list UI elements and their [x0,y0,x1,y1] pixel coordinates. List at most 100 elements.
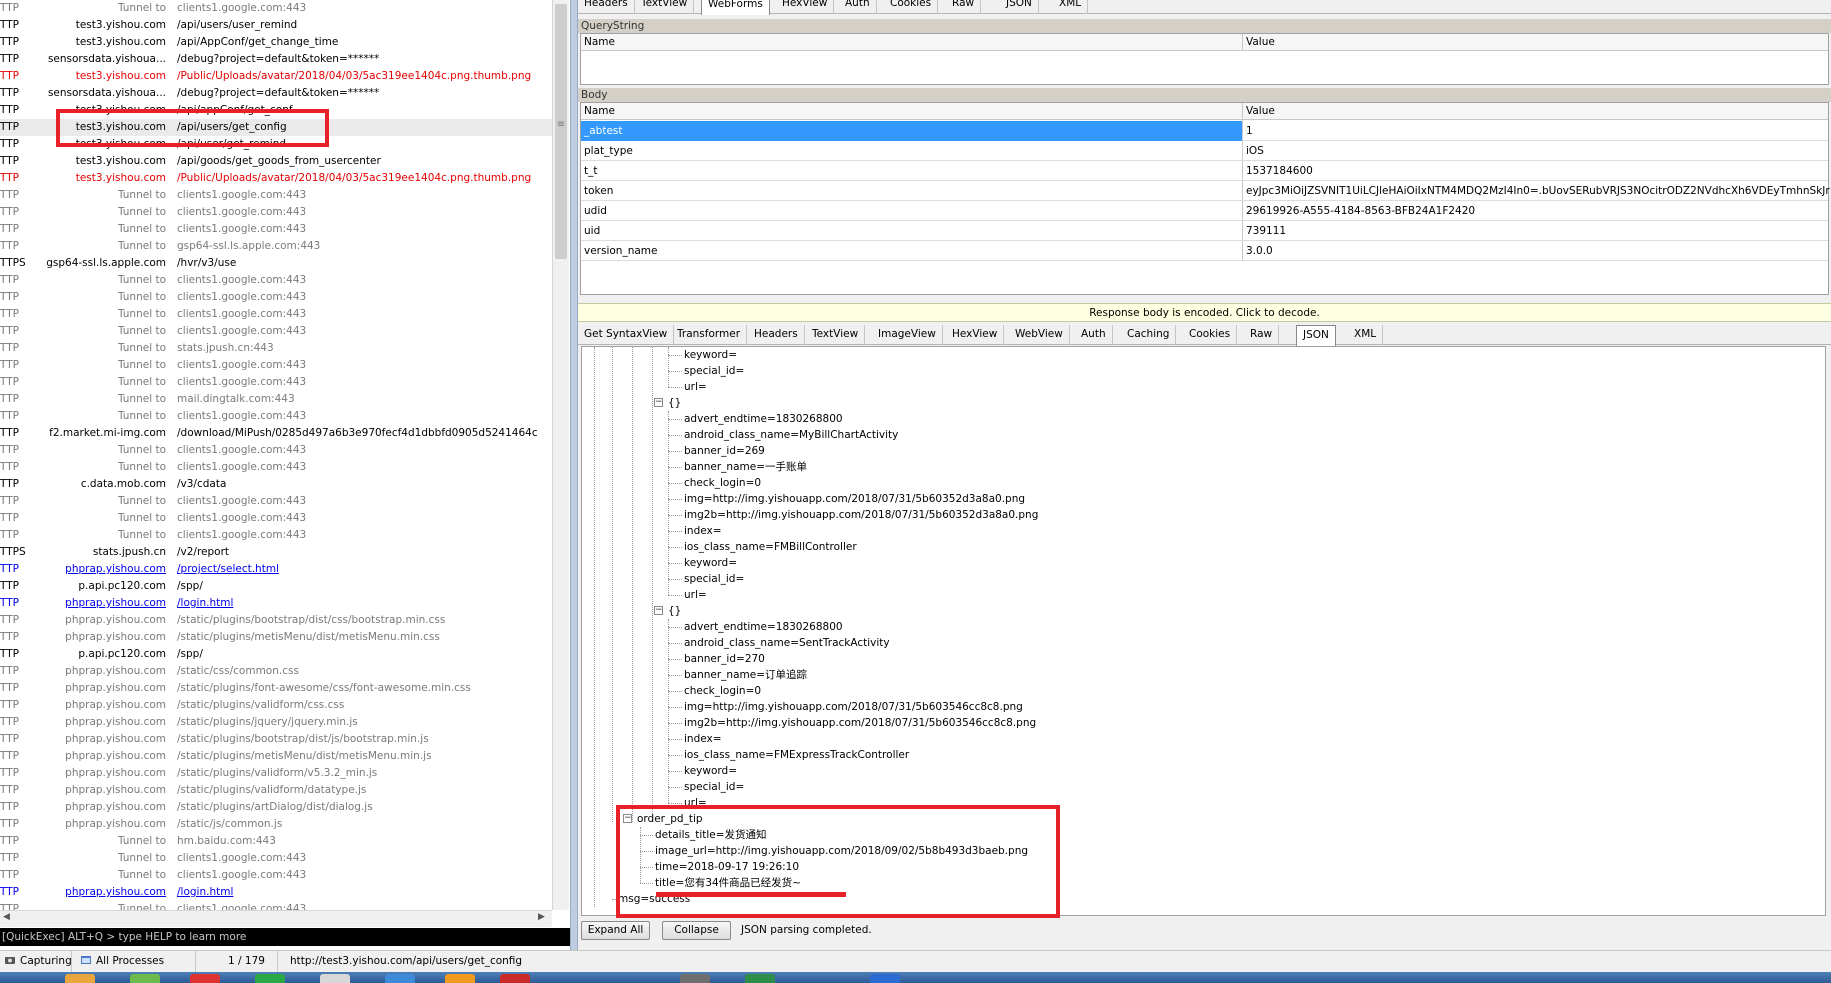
tree-leaf[interactable]: img2b=http://img.yishouapp.com/2018/07/3… [684,507,1038,523]
tree-leaf[interactable]: banner_name=一手账单 [684,459,807,475]
tab-response-textview[interactable]: TextView [806,325,866,345]
taskbar-app-icon[interactable] [870,974,900,983]
tab-request-hexview[interactable]: HexView [776,0,835,14]
session-row[interactable]: TTP Tunnel to clients1.google.com:443 [0,323,552,340]
session-row[interactable]: TTP Tunnel to clients1.google.com:443 [0,459,552,476]
tree-leaf[interactable]: banner_id=269 [684,443,765,459]
session-row[interactable]: TTP phprap.yishou.com/static/css/common.c… [0,663,552,680]
tree-leaf[interactable]: android_class_name=MyBillChartActivity [684,427,898,443]
session-row[interactable]: TTP phprap.yishou.com/static/plugins/jque… [0,714,552,731]
session-row[interactable]: TTP Tunnel to clients1.google.com:443 [0,850,552,867]
session-row[interactable]: TTPS stats.jpush.cn/v2/report [0,544,552,561]
session-row[interactable]: TTP phprap.yishou.com/login.html [0,595,552,612]
tab-response-json[interactable]: JSON [1296,325,1336,346]
body-col-name[interactable]: Name [581,103,615,120]
collapse-button[interactable]: Collapse [662,921,731,940]
session-row[interactable]: TTP Tunnel to clients1.google.com:443 [0,408,552,425]
session-row[interactable]: TTP Tunnel to gsp64-ssl.ls.apple.com:443 [0,238,552,255]
taskbar-app-icon[interactable] [130,974,160,983]
expand-all-button[interactable]: Expand All [581,921,650,940]
collapse-node-icon[interactable]: − [654,398,663,407]
tree-leaf[interactable]: img2b=http://img.yishouapp.com/2018/07/3… [684,715,1036,731]
tab-response-syntaxview[interactable]: Get SyntaxView [578,325,675,345]
body-row[interactable]: t_t 1537184600 [581,161,1828,181]
tree-leaf[interactable]: check_login=0 [684,683,761,699]
session-row[interactable]: TTP Tunnel to clients1.google.com:443 [0,510,552,527]
tree-leaf[interactable]: android_class_name=SentTrackActivity [684,635,890,651]
session-row[interactable]: TTP Tunnel to clients1.google.com:443 [0,221,552,238]
session-row[interactable]: TTP Tunnel to clients1.google.com:443 [0,204,552,221]
taskbar-app-icon[interactable] [385,974,415,983]
session-row[interactable]: TTP phprap.yishou.com/static/plugins/vali… [0,782,552,799]
process-filter[interactable]: All Processes [76,951,196,972]
session-row[interactable]: TTP f2.market.mi-img.com/download/MiPush/… [0,425,552,442]
tab-response-hexview[interactable]: HexView [946,325,1005,345]
tab-request-textview[interactable]: TextView [635,0,695,14]
body-row[interactable]: uid 739111 [581,221,1828,241]
body-row[interactable]: version_name 3.0.0 [581,241,1828,261]
taskbar-app-icon[interactable] [680,974,710,983]
taskbar-app-icon[interactable] [500,974,530,983]
capturing-toggle[interactable]: Capturing [0,951,72,972]
tab-response-webview[interactable]: WebView [1009,325,1070,345]
session-row[interactable]: TTP Tunnel to clients1.google.com:443 [0,187,552,204]
tree-leaf[interactable]: special_id= [684,779,744,795]
tree-leaf[interactable]: img=http://img.yishouapp.com/2018/07/31/… [684,699,1023,715]
body-row[interactable]: token eyJpc3MiOiJZSVNIT1UiLCJleHAiOiIxNTM… [581,181,1830,201]
tree-leaf[interactable]: keyword= [684,555,737,571]
querystring-grid[interactable]: Name Value [580,33,1829,85]
tree-leaf[interactable]: special_id= [684,571,744,587]
session-row[interactable]: TTP phprap.yishou.com/static/plugins/artD… [0,799,552,816]
session-row[interactable]: TTP phprap.yishou.com/static/plugins/boot… [0,612,552,629]
body-col-value[interactable]: Value [1243,103,1275,120]
tab-request-raw[interactable]: Raw [946,0,982,14]
tree-object-node[interactable]: {} [668,603,681,619]
session-row[interactable]: TTP Tunnel to clients1.google.com:443 [0,289,552,306]
session-row[interactable]: TTP test3.yishou.com/api/AppConf/get_chan… [0,34,552,51]
response-decode-banner[interactable]: Response body is encoded. Click to decod… [578,303,1831,322]
session-row[interactable]: TTP phprap.yishou.com/static/plugins/vali… [0,697,552,714]
session-row[interactable]: TTP test3.yishou.com/Public/Uploads/avata… [0,170,552,187]
tab-response-xml[interactable]: XML [1348,325,1384,345]
tree-leaf[interactable]: index= [684,523,722,539]
tree-object-node[interactable]: {} [668,395,681,411]
taskbar-app-icon[interactable] [445,974,475,983]
tree-leaf[interactable]: check_login=0 [684,475,761,491]
session-row[interactable]: TTP Tunnel to clients1.google.com:443 [0,357,552,374]
tab-response-imageview[interactable]: ImageView [872,325,943,345]
session-row[interactable]: TTP phprap.yishou.com/static/plugins/font… [0,680,552,697]
session-row[interactable]: TTP sensorsdata.yishoua... /debug?project=… [0,85,552,102]
pane-splitter[interactable] [570,0,578,950]
session-list-horizontal-scrollbar[interactable]: ◀ ▶ [0,910,552,927]
session-row[interactable]: TTP Tunnel to stats.jpush.cn:443 [0,340,552,357]
taskbar-app-icon[interactable] [745,974,775,983]
scroll-left-arrow-icon[interactable]: ◀ [3,912,10,922]
taskbar-app-icon[interactable] [255,974,285,983]
tab-response-headers[interactable]: Headers [748,325,805,345]
taskbar-app-icon[interactable] [320,974,350,983]
body-row[interactable]: _abtest 1 [581,121,1828,141]
tree-leaf[interactable]: keyword= [684,763,737,779]
body-row[interactable]: udid 29619926-A555-4184-8563-BFB24A1F2420 [581,201,1828,221]
session-row[interactable]: TTP phprap.yishou.com/static/js/common.js [0,816,552,833]
session-row[interactable]: TTP phprap.yishou.com/static/plugins/meti… [0,629,552,646]
tree-leaf[interactable]: advert_endtime=1830268800 [684,619,843,635]
session-row[interactable]: TTP phprap.yishou.com/static/plugins/vali… [0,765,552,782]
session-row[interactable]: TTP phprap.yishou.com/static/plugins/boot… [0,731,552,748]
scrollbar-thumb[interactable] [555,4,567,259]
tab-request-xml[interactable]: XML [1053,0,1089,14]
tree-leaf[interactable]: ios_class_name=FMExpressTrackController [684,747,909,763]
session-row[interactable]: TTP p.api.pc120.com/spp/ [0,646,552,663]
tree-leaf[interactable]: ios_class_name=FMBillController [684,539,857,555]
tree-leaf[interactable]: url= [684,379,707,395]
session-row[interactable]: TTP phprap.yishou.com/static/plugins/meti… [0,748,552,765]
session-row[interactable]: TTP Tunnel to mail.dingtalk.com:443 [0,391,552,408]
tab-response-raw[interactable]: Raw [1244,325,1280,345]
tree-leaf[interactable]: banner_id=270 [684,651,765,667]
tab-response-caching[interactable]: Caching [1121,325,1177,345]
session-row[interactable]: TTP Tunnel to clients1.google.com:443 [0,272,552,289]
body-grid[interactable]: Name Value _abtest 1 plat_type iOS t_t 153718… [580,102,1830,295]
tab-response-auth[interactable]: Auth [1075,325,1113,345]
body-row[interactable]: plat_type iOS [581,141,1828,161]
tab-request-json[interactable]: JSON [1000,0,1039,14]
